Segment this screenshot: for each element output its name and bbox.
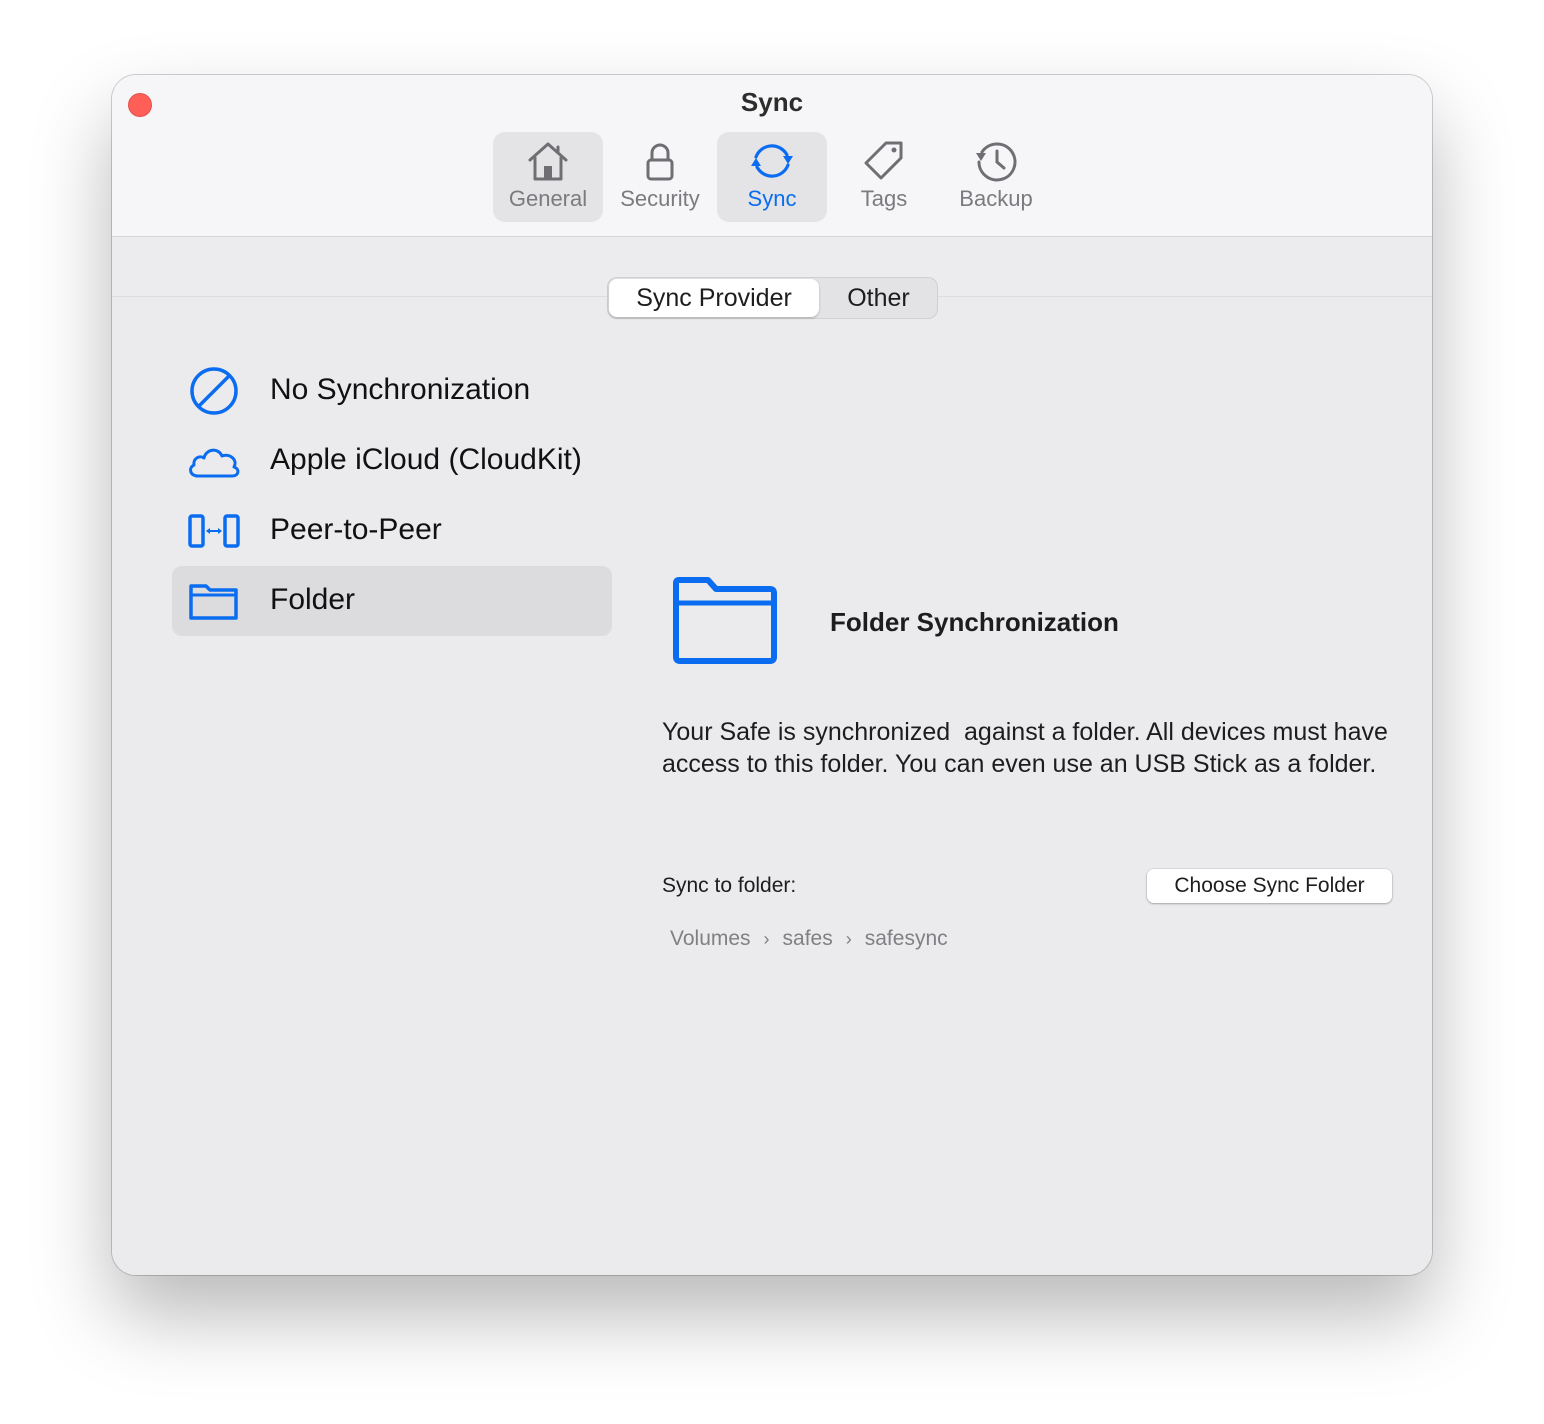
tab-backup-label: Backup <box>959 186 1033 211</box>
provider-label: Apple iCloud (CloudKit) <box>270 443 582 476</box>
provider-label: Folder <box>270 583 356 616</box>
segment-sync-provider[interactable]: Sync Provider <box>609 279 819 317</box>
detail-description: Your Safe is synchronized against a fold… <box>662 718 1395 778</box>
tab-sync[interactable]: Sync <box>717 132 827 222</box>
tab-tags[interactable]: Tags <box>829 132 939 222</box>
tab-security-label: Security <box>620 186 700 211</box>
preferences-window: Sync General Security Sync Tags Backup N… <box>112 75 1432 1275</box>
sync-to-folder-label: Sync to folder: <box>662 874 797 897</box>
path-crumb[interactable]: safes <box>783 927 833 951</box>
provider-label: Peer-to-Peer <box>270 513 442 546</box>
provider-peer-to-peer[interactable]: Peer-to-Peer <box>172 496 612 566</box>
tab-general-label: General <box>508 186 588 211</box>
tab-general[interactable]: General <box>493 132 603 222</box>
chevron-right-icon: › <box>763 928 770 949</box>
tab-backup[interactable]: Backup <box>941 132 1051 222</box>
sync-arrows-icon <box>751 144 793 178</box>
cloud-icon <box>189 448 240 478</box>
provider-icloud[interactable]: Apple iCloud (CloudKit) <box>172 426 612 496</box>
tag-icon <box>864 141 903 180</box>
title-bar: Sync General Security Sync Tags Backup <box>112 75 1432 237</box>
segmented-control: Sync Provider Other <box>607 277 938 319</box>
path-crumb[interactable]: Volumes <box>670 927 751 951</box>
preferences-toolbar: General Security Sync Tags Backup <box>493 132 1051 222</box>
folder-icon <box>673 577 777 664</box>
folder-icon <box>189 584 238 620</box>
provider-folder[interactable]: Folder <box>172 566 612 636</box>
tab-security[interactable]: Security <box>605 132 715 222</box>
peer-devices-icon <box>188 514 240 548</box>
tab-tags-label: Tags <box>860 186 908 211</box>
chevron-right-icon: › <box>845 928 852 949</box>
prohibited-icon <box>190 367 238 415</box>
lock-icon <box>646 143 674 181</box>
window-title: Sync <box>740 87 804 117</box>
provider-no-sync[interactable]: No Synchronization <box>172 356 612 426</box>
path-crumb[interactable]: safesync <box>865 927 948 951</box>
house-icon <box>528 142 568 181</box>
folder-path-breadcrumb: Volumes › safes › safesync <box>670 927 948 951</box>
tab-sync-label: Sync <box>747 186 797 211</box>
clock-history-icon <box>976 142 1017 182</box>
detail-title: Folder Synchronization <box>830 607 1119 637</box>
segment-other[interactable]: Other <box>821 279 936 317</box>
content-panel: No Synchronization Apple iCloud (CloudKi… <box>112 296 1432 1275</box>
choose-sync-folder-button[interactable]: Choose Sync Folder <box>1147 869 1392 903</box>
provider-label: No Synchronization <box>270 373 531 406</box>
